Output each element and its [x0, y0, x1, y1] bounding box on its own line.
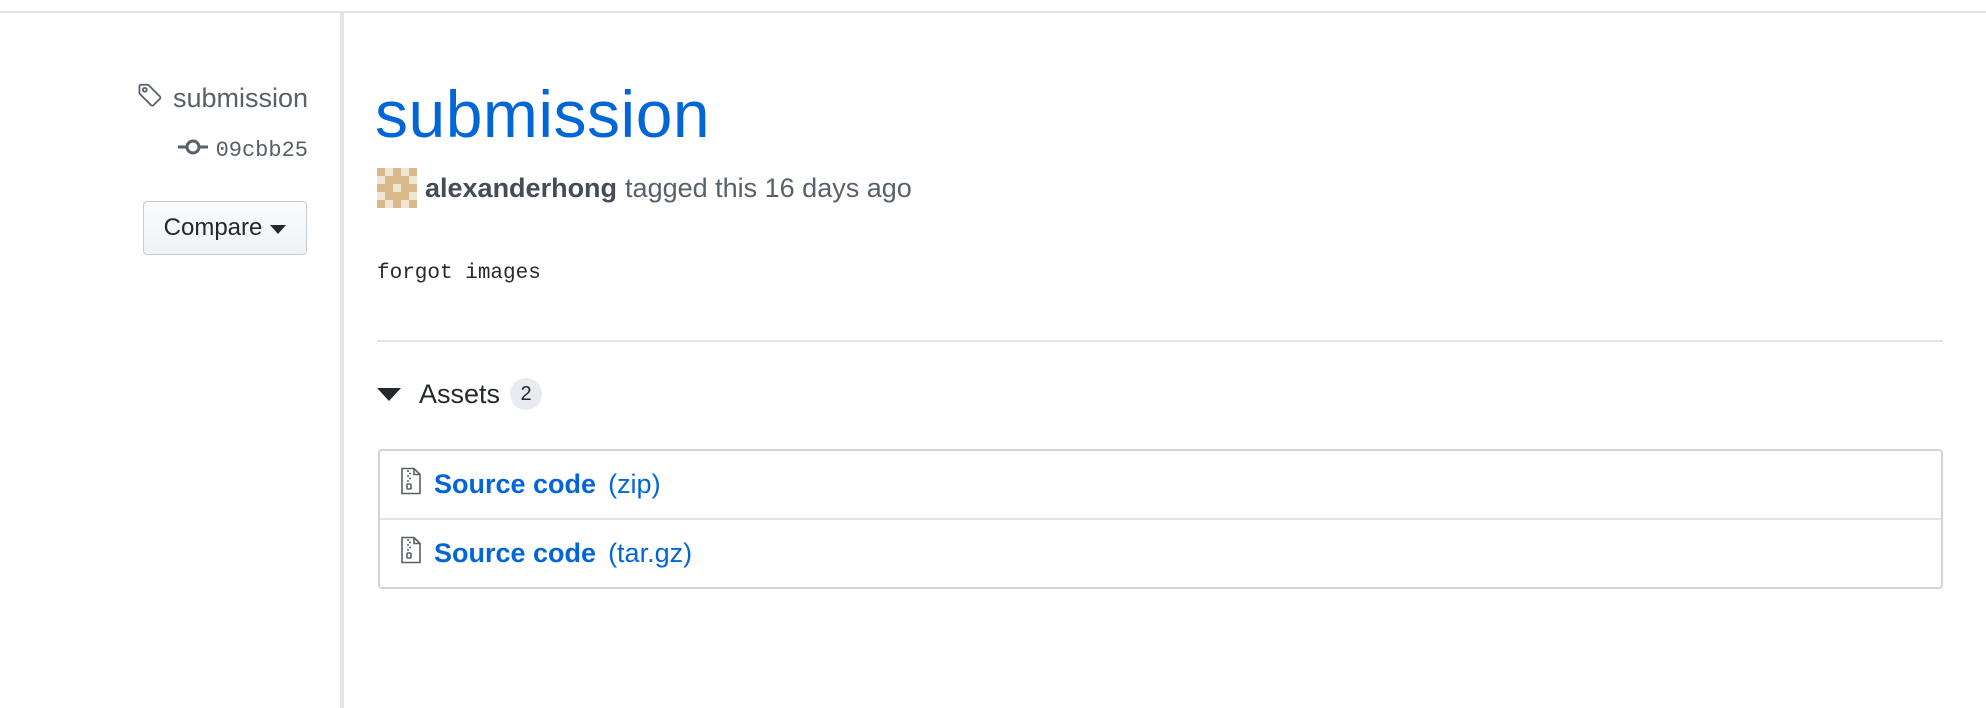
asset-link-targz[interactable]: Source code	[434, 538, 596, 569]
author-link[interactable]: alexanderhong	[425, 173, 617, 204]
commit-sha: 09cbb25	[215, 138, 308, 163]
asset-row-targz[interactable]: Source code (tar.gz)	[380, 518, 1941, 587]
asset-link-zip[interactable]: Source code	[434, 469, 596, 500]
caret-down-icon	[270, 224, 287, 234]
sidebar-commit-link[interactable]: 09cbb25	[177, 138, 308, 163]
top-divider	[0, 11, 1986, 13]
section-divider	[377, 340, 1943, 342]
compare-label: Compare	[163, 214, 263, 241]
git-commit-icon	[177, 138, 208, 163]
file-zip-icon	[400, 467, 422, 502]
asset-format-targz[interactable]: (tar.gz)	[608, 538, 692, 569]
timeline-rule	[340, 13, 344, 708]
release-title[interactable]: submission	[375, 74, 710, 154]
tagged-text: tagged this 16 days ago	[625, 172, 912, 203]
release-meta: alexanderhong tagged this 16 days ago	[377, 168, 912, 208]
asset-format-zip[interactable]: (zip)	[608, 469, 661, 500]
file-zip-icon	[400, 536, 422, 571]
tag-icon	[137, 82, 163, 115]
assets-label: Assets	[419, 378, 501, 409]
assets-toggle[interactable]: Assets 2	[377, 378, 543, 410]
asset-row-zip[interactable]: Source code (zip)	[380, 451, 1941, 518]
compare-button[interactable]: Compare	[143, 201, 307, 255]
sidebar-tag-link[interactable]: submission	[137, 82, 308, 115]
release-note: forgot images	[377, 262, 541, 285]
triangle-down-icon	[377, 387, 401, 401]
avatar[interactable]	[377, 168, 417, 208]
sidebar-tag-label: submission	[172, 83, 308, 113]
assets-list: Source code (zip) Source code (tar.gz)	[378, 449, 1943, 589]
assets-count-badge: 2	[510, 378, 543, 410]
